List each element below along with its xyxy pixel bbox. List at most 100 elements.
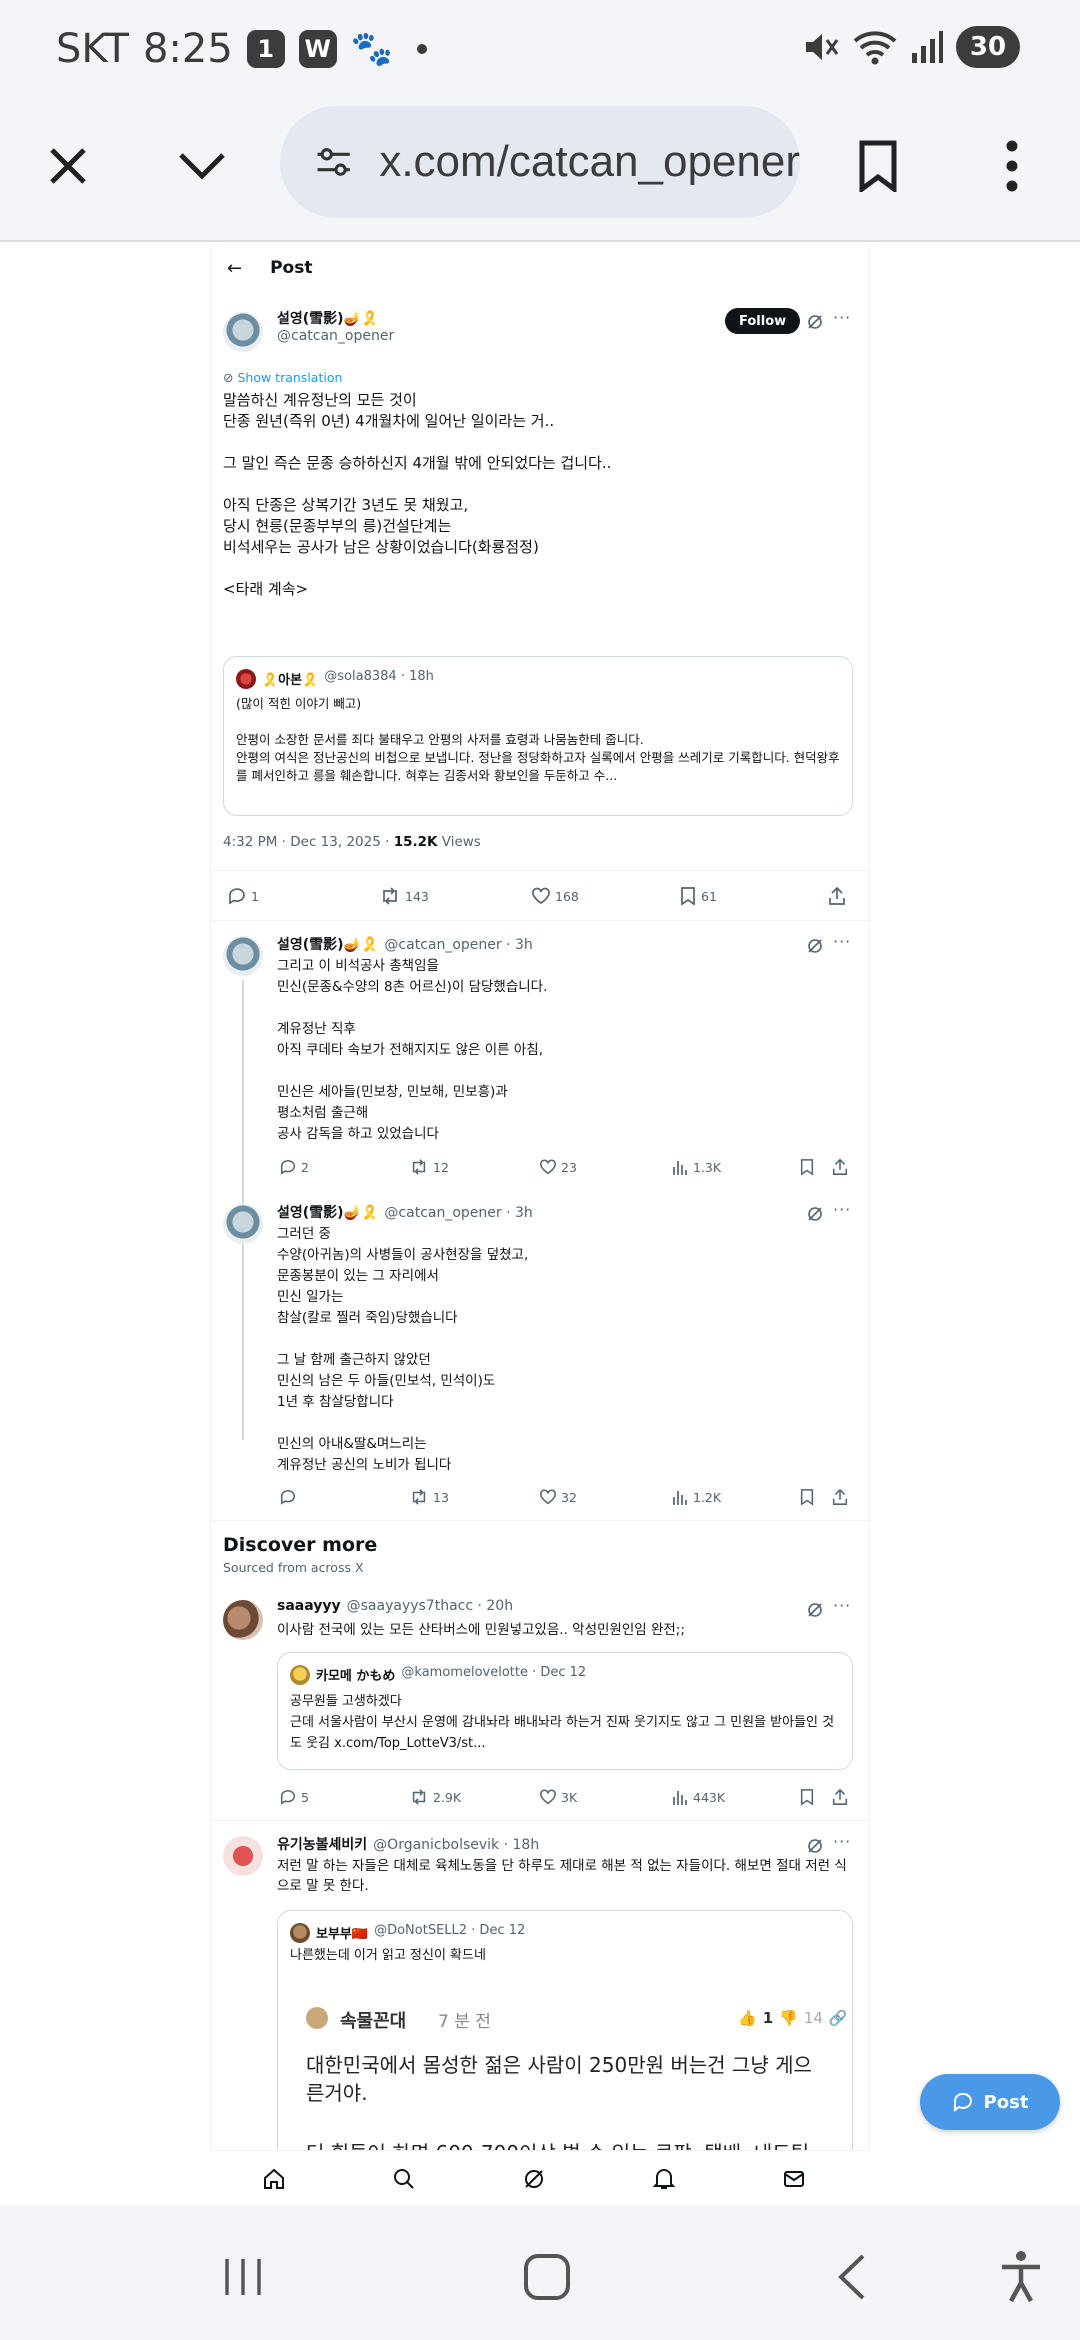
card-time: 7 분 전 (438, 2012, 491, 2032)
show-translation-link[interactable]: ⊘ Show translation (223, 370, 342, 385)
more-options-icon[interactable]: ··· (833, 308, 851, 327)
repost-button[interactable]: 143 (379, 886, 429, 906)
avatar[interactable] (223, 1836, 263, 1876)
heart-icon (540, 1489, 556, 1505)
bookmark-page-button[interactable] (838, 126, 918, 206)
webtoon-icon: W (298, 30, 337, 68)
grok-tab[interactable] (518, 2163, 550, 2195)
share-icon (832, 1158, 848, 1175)
author-handle[interactable]: @Organicbolsevik · 18h (373, 1837, 539, 1853)
quoted-post[interactable]: 🎗️아본🎗️ @sola8384 · 18h (많이 적힌 이야기 빼고) 안평… (223, 656, 853, 816)
quote-author: 보부부🇨🇳 @DoNotSELL2 · Dec 12 (316, 1923, 525, 1942)
repost-button[interactable]: 2.9K (409, 1788, 461, 1806)
more-options-icon[interactable]: ··· (833, 932, 851, 951)
like-count: 168 (555, 888, 579, 904)
author-name[interactable]: saaayyy (277, 1598, 341, 1614)
views-button[interactable]: 1.3K (671, 1158, 721, 1176)
avatar[interactable] (223, 1204, 263, 1244)
share-icon (832, 1788, 848, 1805)
recent-apps-button[interactable] (208, 2242, 278, 2312)
back-chevron-icon (838, 2254, 865, 2300)
like-button[interactable]: 23 (539, 1158, 577, 1176)
post-meta: 4:32 PM · Dec 13, 2025 · 15.2K Views (223, 834, 481, 850)
author-name[interactable]: 설영(雪影)🪔🎗️ (277, 934, 378, 954)
browser-menu-button[interactable] (972, 126, 1052, 206)
quote-name: 🎗️아본🎗️ (262, 673, 319, 688)
follow-button[interactable]: Follow (725, 308, 801, 334)
home-tab[interactable] (258, 2163, 290, 2195)
explore-tab[interactable] (388, 2163, 420, 2195)
quoted-post[interactable]: 보부부🇨🇳 @DoNotSELL2 · Dec 12 나른했는데 이거 읽고 정… (277, 1910, 853, 2150)
quote-author: 🎗️아본🎗️ @sola8384 · 18h (262, 669, 434, 688)
avatar[interactable] (223, 936, 263, 976)
grok-icon[interactable] (807, 1602, 823, 1618)
quoted-post[interactable]: 카모메 かもめ @kamomelovelotte · Dec 12 공무원들 고… (277, 1652, 853, 1770)
share-button[interactable] (827, 886, 847, 906)
repost-button[interactable]: 13 (409, 1488, 449, 1506)
browser-toolbar: x.com/catcan_opener (0, 100, 1080, 242)
grok-icon[interactable] (807, 314, 823, 330)
views-count: 443K (693, 1789, 726, 1805)
url-bar[interactable]: x.com/catcan_opener (280, 106, 800, 218)
share-button[interactable] (831, 1788, 849, 1806)
like-button[interactable]: 32 (539, 1488, 577, 1506)
card-upvotes: 1 (762, 2009, 774, 2027)
avatar[interactable] (223, 312, 263, 352)
like-button[interactable]: 168 (531, 886, 579, 906)
views-button[interactable]: 443K (671, 1788, 725, 1806)
bookmark-button[interactable] (799, 1158, 815, 1176)
quote-author: 카모메 かもめ @kamomelovelotte · Dec 12 (316, 1665, 586, 1684)
author-name[interactable]: 유기농볼셰비키 (277, 1834, 367, 1854)
grok-icon[interactable] (807, 1206, 823, 1222)
more-options-icon[interactable]: ··· (833, 1832, 851, 1851)
bookmark-button[interactable] (799, 1488, 815, 1506)
author-handle[interactable]: @catcan_opener · 3h (384, 937, 532, 953)
messages-tab[interactable] (778, 2163, 810, 2195)
author-handle[interactable]: @saayayys7thacc · 20h (347, 1598, 513, 1614)
repost-icon (383, 887, 397, 905)
author-handle[interactable]: @catcan_opener · 3h (384, 1205, 532, 1221)
author-name[interactable]: 설영(雪影)🪔🎗️ (277, 1202, 378, 1222)
author-handle[interactable]: @catcan_opener (277, 328, 394, 344)
reply-button[interactable]: 1 (227, 886, 259, 906)
repost-count: 2.9K (433, 1789, 462, 1805)
accessibility-button[interactable] (986, 2242, 1056, 2312)
reply-icon (229, 888, 245, 905)
reply-button[interactable]: 5 (279, 1788, 309, 1806)
back-arrow-icon[interactable]: ← (227, 258, 242, 279)
share-icon (829, 886, 845, 905)
more-options-icon[interactable]: ··· (833, 1200, 851, 1219)
share-button[interactable] (831, 1488, 849, 1506)
collapse-button[interactable] (162, 126, 242, 206)
page-title: Post (270, 258, 313, 278)
status-bar: SKT 8:25 1 W 🐾 30 (0, 0, 1080, 100)
home-button[interactable] (512, 2242, 582, 2312)
notifications-tab[interactable] (648, 2163, 680, 2195)
reply-count: 1 (251, 888, 259, 904)
reply-button[interactable] (279, 1488, 301, 1506)
quote-handle: @sola8384 · 18h (324, 669, 434, 684)
bookmark-button[interactable]: 61 (679, 886, 717, 906)
heart-icon (540, 1159, 556, 1175)
translate-icon: ⊘ (223, 370, 234, 385)
repost-icon (412, 1159, 426, 1175)
compose-post-button[interactable]: Post (920, 2074, 1060, 2130)
repost-button[interactable]: 12 (409, 1158, 449, 1176)
bookmark-count: 61 (701, 888, 717, 904)
author-name[interactable]: 설영(雪影)🪔🎗️ (277, 308, 394, 328)
avatar[interactable] (223, 1600, 263, 1640)
grok-icon[interactable] (807, 938, 823, 954)
views-button[interactable]: 1.2K (671, 1488, 721, 1506)
grok-icon[interactable] (807, 1838, 823, 1854)
close-tab-button[interactable] (28, 126, 108, 206)
like-button[interactable]: 3K (539, 1788, 577, 1806)
analytics-icon (673, 1791, 687, 1805)
system-nav-bar (0, 2206, 1080, 2340)
reply-button[interactable]: 2 (279, 1158, 309, 1176)
bookmark-button[interactable] (799, 1788, 815, 1806)
more-options-icon[interactable]: ··· (833, 1596, 851, 1615)
back-button[interactable] (816, 2242, 886, 2312)
views-count: 1.3K (693, 1159, 722, 1175)
share-button[interactable] (831, 1158, 849, 1176)
post-text: 말씀하신 계유정난의 모든 것이 단종 원년(즉위 0년) 4개월차에 일어난 … (223, 391, 612, 598)
